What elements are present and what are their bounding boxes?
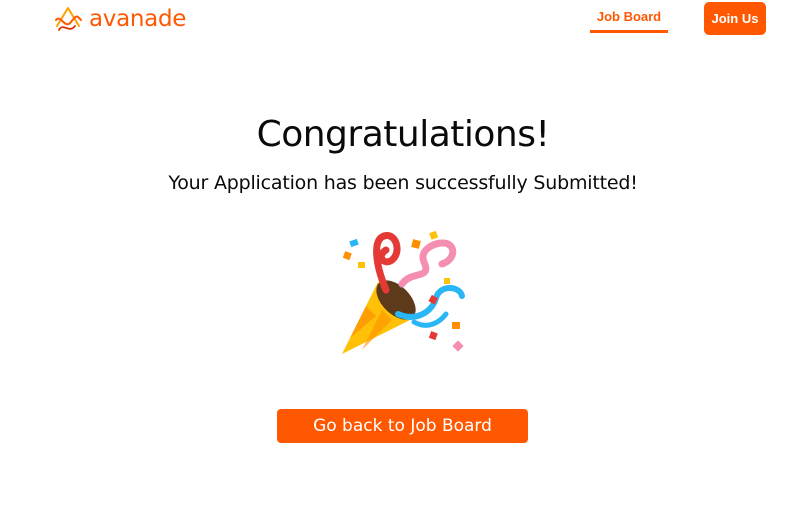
- avanade-logo-icon: [55, 7, 82, 31]
- nav-job-board-label: Job Board: [596, 9, 662, 24]
- brand-logo[interactable]: avanade: [53, 4, 186, 34]
- join-us-button[interactable]: Join Us: [704, 2, 766, 35]
- back-to-job-board-button[interactable]: Go back to Job Board: [277, 409, 528, 443]
- party-popper-icon: [342, 230, 465, 354]
- page-title: Congratulations!: [256, 114, 550, 155]
- brand-name: avanade: [89, 6, 187, 32]
- confirmation-message: Your Application has been successfully S…: [168, 172, 638, 194]
- success-page: avanade Job Board Join Us Congratulation…: [0, 0, 806, 511]
- active-nav-indicator: [590, 30, 668, 33]
- nav-job-board[interactable]: Job Board: [590, 0, 668, 33]
